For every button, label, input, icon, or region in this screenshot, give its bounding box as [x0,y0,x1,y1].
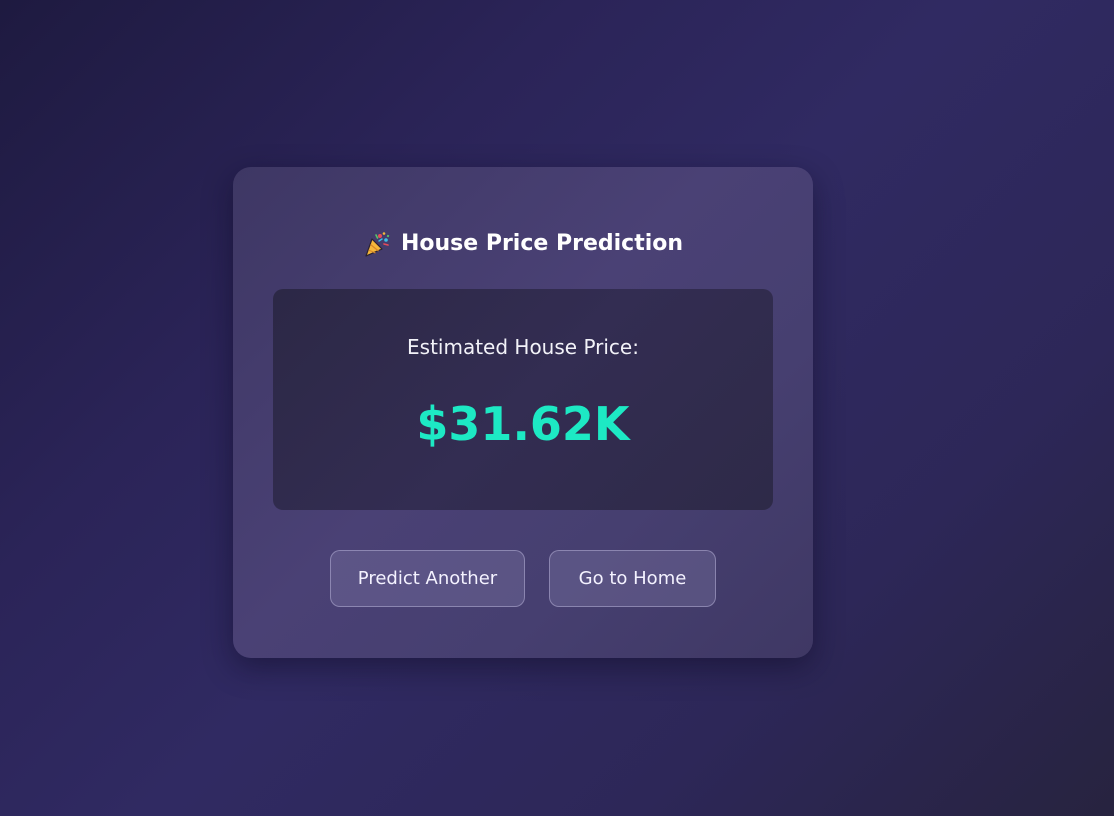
result-panel: Estimated House Price: $31.62K [273,289,773,510]
prediction-card: House Price Prediction Estimated House P… [233,167,813,658]
result-label: Estimated House Price: [407,335,639,359]
party-popper-icon [363,230,391,258]
page-title: House Price Prediction [233,229,813,259]
page-title-text: House Price Prediction [400,231,684,256]
go-to-home-button[interactable]: Go to Home [549,550,716,607]
predicted-price: $31.62K [416,397,630,451]
predict-another-button[interactable]: Predict Another [330,550,525,607]
